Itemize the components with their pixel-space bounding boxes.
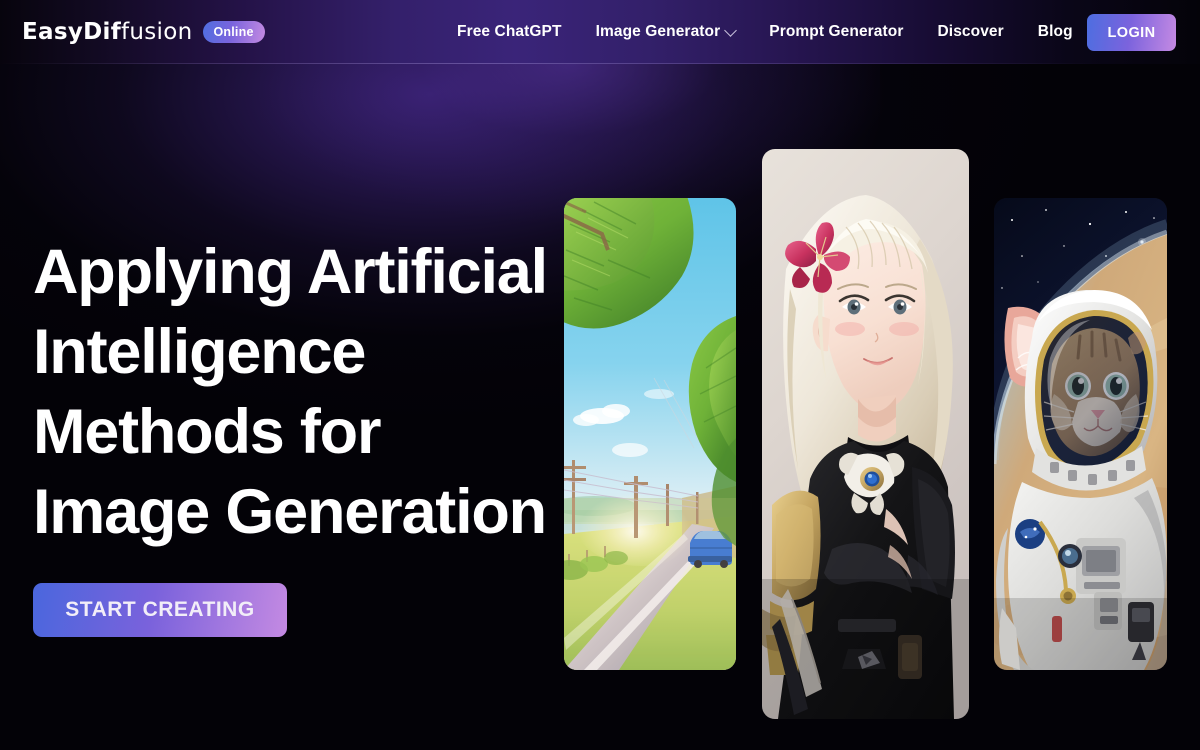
- gallery-card-anime-landscape-road[interactable]: [564, 198, 736, 670]
- title-line-3: Methods for: [33, 397, 381, 467]
- astronaut-cat-illustration: [994, 198, 1167, 670]
- nav-label: Free ChatGPT: [457, 23, 562, 40]
- anime-landscape-illustration: [564, 198, 736, 670]
- header-divider: [0, 63, 1200, 64]
- anime-woman-illustration: [762, 149, 969, 719]
- nav-item-image-generator[interactable]: Image Generator: [579, 0, 753, 64]
- nav-item-prompt-generator[interactable]: Prompt Generator: [752, 0, 920, 64]
- nav-label: Blog: [1037, 23, 1073, 40]
- main-navigation: Free ChatGPT Image Generator Prompt Gene…: [440, 0, 1090, 64]
- logo-text-bold: EasyDif: [22, 19, 121, 45]
- nav-label: Prompt Generator: [769, 23, 904, 40]
- title-line-2: Intelligence: [33, 317, 366, 387]
- gallery-card-astronaut-cat[interactable]: [994, 198, 1167, 670]
- title-line-1: Applying Artificial: [33, 237, 548, 307]
- nav-item-free-chatgpt[interactable]: Free ChatGPT: [440, 0, 579, 64]
- logo-text-thin: fusion: [121, 19, 193, 45]
- nav-label: Image Generator: [595, 23, 721, 40]
- page-title: Applying Artificial Intelligence Methods…: [33, 232, 573, 552]
- nav-label: Discover: [937, 23, 1004, 40]
- gallery-card-anime-woman-armor[interactable]: [762, 149, 969, 719]
- online-badge: Online: [202, 21, 265, 43]
- nav-item-blog[interactable]: Blog: [1021, 0, 1090, 64]
- chevron-down-icon: [724, 24, 738, 37]
- nav-item-discover[interactable]: Discover: [921, 0, 1021, 64]
- site-header: EasyDiffusion Online Free ChatGPT Image …: [0, 0, 1200, 64]
- start-creating-button[interactable]: START CREATING: [33, 583, 287, 637]
- page-root: EasyDiffusion Online Free ChatGPT Image …: [0, 0, 1200, 750]
- site-logo[interactable]: EasyDiffusion Online: [22, 17, 265, 47]
- logo-wordmark: EasyDiffusion: [22, 17, 193, 47]
- title-line-4: Image Generation: [33, 477, 547, 547]
- login-button[interactable]: LOGIN: [1087, 14, 1176, 51]
